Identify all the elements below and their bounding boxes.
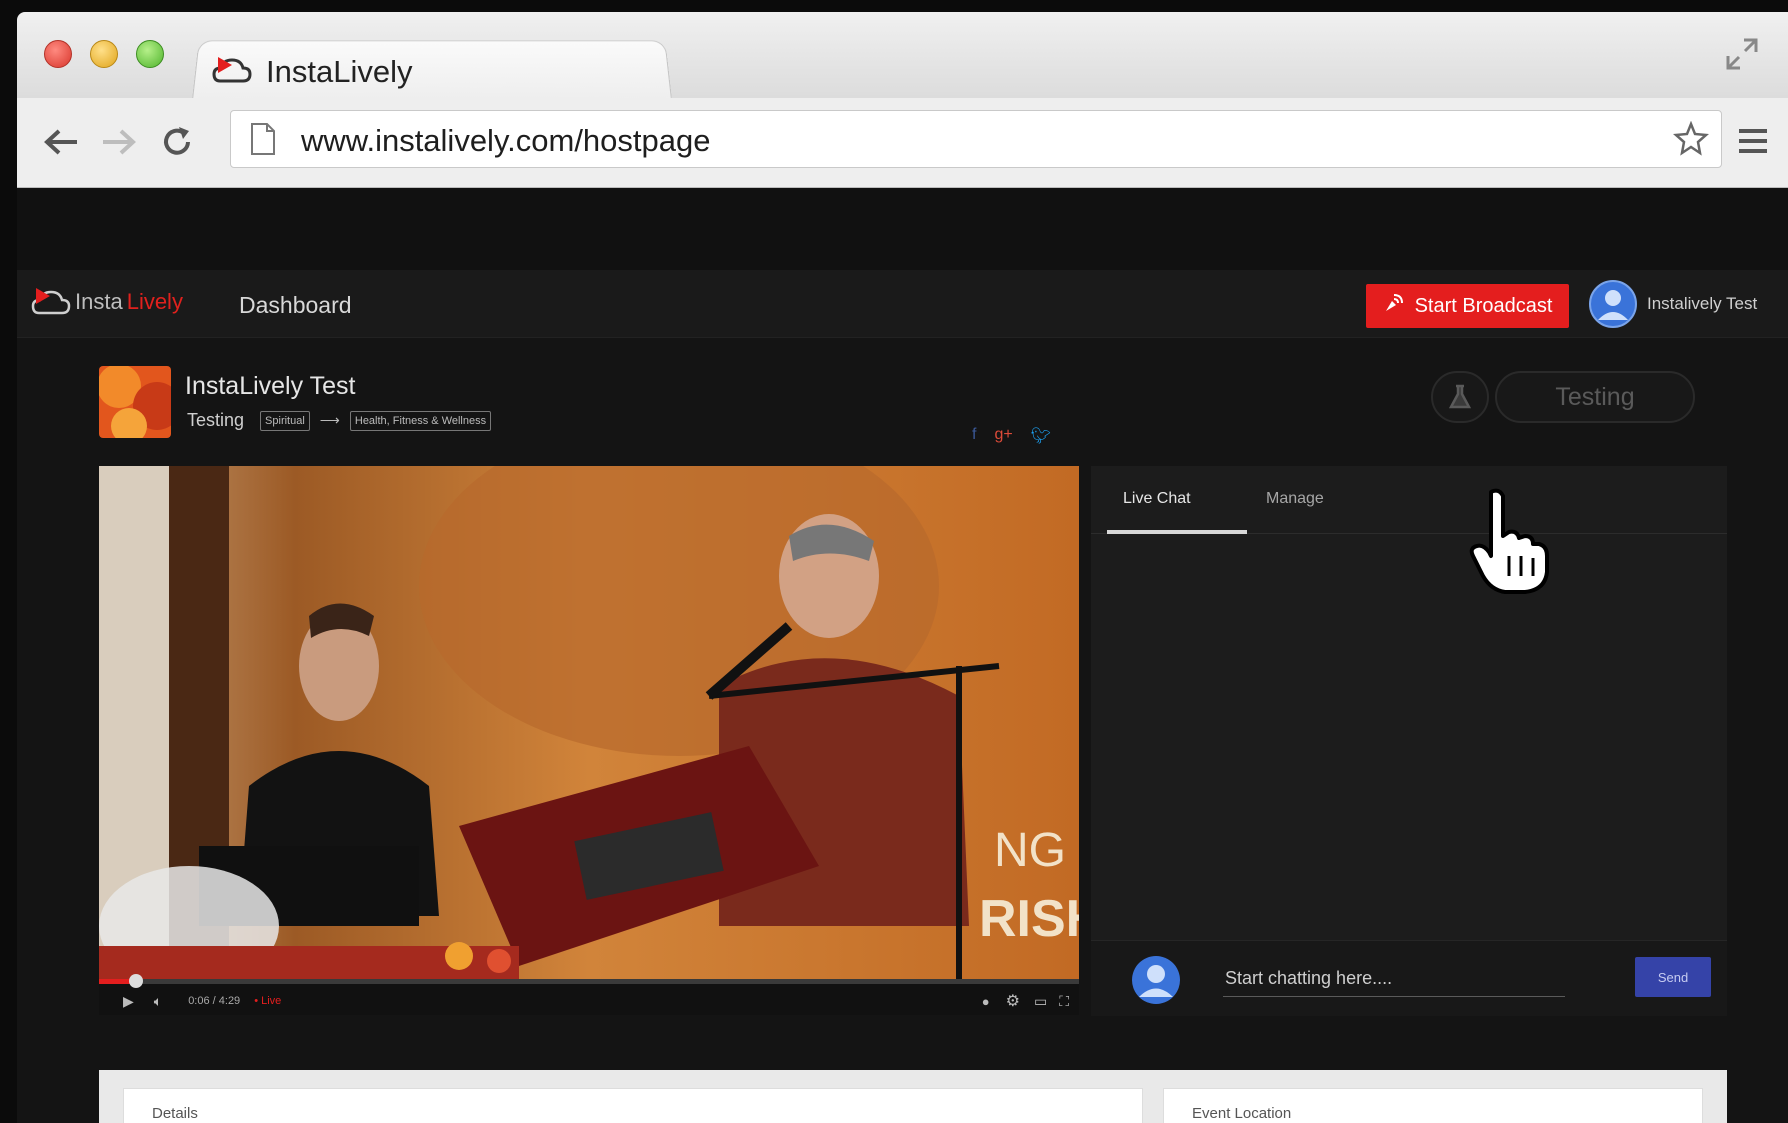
app-logo[interactable]: Insta Lively [31, 286, 183, 318]
video-controls-row: ▶ 🔈︎ 0:06 / 4:29 • Live ● ⚙ ▭ ⛶ [99, 989, 1079, 1013]
fullscreen-video-icon[interactable]: ⛶ [1059, 993, 1069, 1010]
subcategory-tag[interactable]: Health, Fitness & Wellness [349, 410, 492, 431]
event-location-panel: Event Location [1163, 1088, 1703, 1123]
event-info-section: Details Event Location [99, 1070, 1727, 1123]
record-icon[interactable]: ● [982, 994, 990, 1009]
user-name[interactable]: Instalively Test [1647, 294, 1757, 314]
channel-title: InstaLively Test [185, 372, 356, 400]
browser-toolbar: www.instalively.com/hostpage [17, 98, 1788, 188]
tab-manage[interactable]: Manage [1266, 490, 1324, 508]
chat-compose: Send [1091, 940, 1727, 1016]
close-window-button[interactable] [44, 40, 72, 68]
browser-tab-title: InstaLively [266, 54, 413, 89]
web-page: Insta Lively Dashboard Start Broadcast In… [17, 188, 1788, 1123]
social-share: f g+ 🐦︎ [972, 426, 1051, 446]
video-time: 0:06 / 4:29 [188, 995, 241, 1007]
chat-panel: Live Chat Manage Send [1091, 466, 1727, 1016]
theater-mode-icon[interactable]: ▭ [1034, 993, 1047, 1010]
page-icon [249, 122, 277, 161]
brand-insta-text: Insta [75, 289, 123, 314]
chat-tabs: Live Chat Manage [1091, 466, 1727, 534]
zoom-window-button[interactable] [136, 40, 164, 68]
channel-meta: Testing Spiritual ⟶ Health, Fitness & We… [187, 410, 492, 431]
event-location-label: Event Location [1192, 1105, 1292, 1122]
video-frame-image: NG RISH [99, 466, 1079, 979]
minimize-window-button[interactable] [90, 40, 118, 68]
browser-menu-icon[interactable] [1736, 124, 1770, 158]
reload-icon[interactable] [153, 118, 201, 166]
browser-tab-content[interactable]: InstaLively [212, 52, 412, 92]
app-navbar: Insta Lively Dashboard Start Broadcast In… [17, 270, 1788, 338]
chat-user-avatar [1131, 955, 1181, 1005]
google-plus-icon[interactable]: g+ [994, 426, 1012, 446]
browser-titlebar: InstaLively [17, 12, 1788, 100]
twitter-icon[interactable]: 🐦︎ [1031, 426, 1051, 446]
bookmark-star-icon[interactable] [1672, 120, 1710, 162]
url-text: www.instalively.com/hostpage [301, 123, 711, 158]
brand-lively-text: Lively [126, 289, 183, 314]
video-controls: ▶ 🔈︎ 0:06 / 4:29 • Live ● ⚙ ▭ ⛶ [99, 974, 1079, 1015]
svg-text:RISH: RISH [979, 890, 1079, 948]
start-broadcast-label: Start Broadcast [1414, 294, 1553, 317]
page-top-band [17, 188, 1788, 270]
details-label: Details [152, 1105, 198, 1122]
chat-message-input[interactable] [1223, 961, 1565, 997]
channel-thumbnail[interactable] [99, 366, 171, 438]
fullscreen-icon[interactable] [1722, 34, 1762, 74]
details-panel: Details [123, 1088, 1143, 1123]
arrow-right-icon: ⟶ [319, 412, 340, 428]
settings-gear-icon[interactable]: ⚙ [1006, 991, 1020, 1011]
facebook-icon[interactable]: f [972, 426, 976, 446]
play-icon[interactable]: ▶ [123, 993, 134, 1010]
user-avatar[interactable] [1589, 280, 1637, 328]
instalively-logo-icon [212, 55, 252, 90]
tab-live-chat[interactable]: Live Chat [1123, 490, 1191, 508]
volume-icon[interactable]: 🔈︎ [154, 993, 162, 1010]
address-bar[interactable]: www.instalively.com/hostpage [230, 110, 1722, 168]
send-button[interactable]: Send [1635, 957, 1711, 997]
flask-icon[interactable] [1431, 371, 1489, 423]
forward-arrow-icon[interactable] [95, 118, 143, 166]
category-tag[interactable]: Spiritual [260, 410, 310, 431]
testing-mode-button[interactable]: Testing [1495, 371, 1695, 423]
back-arrow-icon[interactable] [37, 118, 85, 166]
video-player[interactable]: NG RISH [99, 466, 1079, 979]
broadcast-icon [1383, 292, 1405, 320]
channel-status: Testing [187, 410, 245, 430]
video-progress-bar[interactable] [99, 974, 1079, 988]
nav-dashboard-link[interactable]: Dashboard [239, 292, 352, 319]
browser-window: InstaLively www.instalively.com/hostpage [17, 12, 1788, 1123]
live-indicator: • Live [254, 995, 282, 1007]
hand-cursor-icon [1469, 486, 1559, 596]
video-progress-handle[interactable] [129, 974, 143, 988]
testing-toggle: Testing [1431, 371, 1695, 423]
svg-text:NG: NG [994, 824, 1066, 877]
active-tab-indicator [1107, 530, 1247, 534]
start-broadcast-button[interactable]: Start Broadcast [1366, 284, 1569, 328]
